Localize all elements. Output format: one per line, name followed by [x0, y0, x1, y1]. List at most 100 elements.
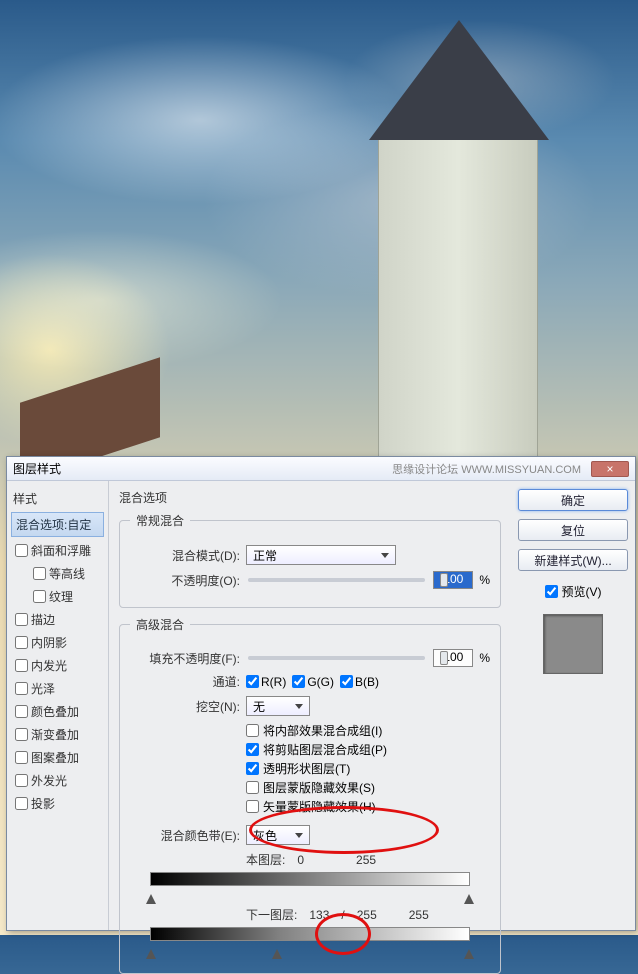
adv-checkbox[interactable]	[246, 743, 259, 756]
sidebar-checkbox[interactable]	[33, 590, 46, 603]
adv-checkbox[interactable]	[246, 762, 259, 775]
sidebar-item-label: 等高线	[49, 565, 85, 582]
right-panel: 确定 复位 新建样式(W)... 预览(V)	[511, 481, 635, 930]
ok-button[interactable]: 确定	[518, 489, 628, 511]
under-layer-slider[interactable]	[150, 927, 470, 957]
adv-checkbox[interactable]	[246, 724, 259, 737]
sidebar-item-7[interactable]: 颜色叠加	[11, 700, 104, 723]
channel-checkbox[interactable]	[340, 675, 353, 688]
sidebar-item-6[interactable]: 光泽	[11, 677, 104, 700]
layer-style-dialog: 图层样式 思缘设计论坛 WWW.MISSYUAN.COM × 样式 混合选项:自…	[6, 456, 636, 931]
blend-options-heading: 混合选项	[119, 489, 501, 506]
blend-mode-select[interactable]: 正常	[246, 545, 396, 565]
channel-R[interactable]: R(R)	[246, 675, 286, 689]
white-stop[interactable]	[464, 894, 474, 904]
channel-checkbox[interactable]	[246, 675, 259, 688]
channel-label: 通道:	[130, 673, 240, 690]
opacity-label: 不透明度(O):	[130, 572, 240, 589]
percent-label: %	[479, 651, 490, 665]
sidebar-checkbox[interactable]	[15, 544, 28, 557]
sidebar-item-label: 内发光	[31, 657, 67, 674]
close-icon: ×	[606, 462, 613, 476]
sidebar-checkbox[interactable]	[33, 567, 46, 580]
sidebar-item-2[interactable]: 纹理	[11, 585, 104, 608]
adv-check-1[interactable]: 将剪贴图层混合成组(P)	[130, 741, 490, 758]
sidebar-item-4[interactable]: 内阴影	[11, 631, 104, 654]
sidebar-header[interactable]: 样式	[11, 487, 104, 510]
sidebar-item-label: 颜色叠加	[31, 703, 79, 720]
preview-label: 预览(V)	[562, 583, 602, 600]
blendif-select[interactable]: 灰色	[246, 825, 310, 845]
this-layer-slider[interactable]	[150, 872, 470, 902]
sidebar-item-5[interactable]: 内发光	[11, 654, 104, 677]
slider-thumb[interactable]	[440, 651, 448, 665]
blendif-label: 混合颜色带(E):	[130, 827, 240, 844]
this-layer-val-0: 0	[297, 853, 304, 867]
opacity-slider[interactable]	[248, 578, 425, 582]
sidebar-checkbox[interactable]	[15, 613, 28, 626]
sidebar-item-label: 内阴影	[31, 634, 67, 651]
adv-checkbox[interactable]	[246, 800, 259, 813]
sidebar-item-label: 纹理	[49, 588, 73, 605]
sidebar-item-label: 光泽	[31, 680, 55, 697]
knockout-select[interactable]: 无	[246, 696, 310, 716]
sidebar-item-label: 描边	[31, 611, 55, 628]
fill-opacity-slider[interactable]	[248, 656, 425, 660]
sidebar-item-blend-options[interactable]: 混合选项:自定	[11, 512, 104, 537]
sidebar-item-label: 图案叠加	[31, 749, 79, 766]
adv-check-0[interactable]: 将内部效果混合成组(I)	[130, 722, 490, 739]
sidebar-checkbox[interactable]	[15, 705, 28, 718]
white-stop[interactable]	[464, 949, 474, 959]
titlebar[interactable]: 图层样式 思缘设计论坛 WWW.MISSYUAN.COM ×	[7, 457, 635, 481]
sidebar-item-label: 斜面和浮雕	[31, 542, 91, 559]
sidebar-item-1[interactable]: 等高线	[11, 562, 104, 585]
percent-label: %	[479, 573, 490, 587]
adv-checkbox[interactable]	[246, 781, 259, 794]
sidebar-item-11[interactable]: 投影	[11, 792, 104, 815]
black-stop[interactable]	[146, 949, 156, 959]
advanced-blend-group: 高级混合 填充不透明度(F): 100 % 通道: R(R)G(G)B(B) 挖…	[119, 616, 501, 974]
sidebar-item-0[interactable]: 斜面和浮雕	[11, 539, 104, 562]
new-style-button[interactable]: 新建样式(W)...	[518, 549, 628, 571]
sidebar-item-label: 投影	[31, 795, 55, 812]
adv-check-4[interactable]: 矢量蒙版隐藏效果(H)	[130, 798, 490, 815]
cancel-button[interactable]: 复位	[518, 519, 628, 541]
this-layer-label: 本图层:	[246, 851, 285, 868]
background-tower	[378, 140, 538, 460]
sidebar-checkbox[interactable]	[15, 659, 28, 672]
sidebar-item-10[interactable]: 外发光	[11, 769, 104, 792]
sidebar-checkbox[interactable]	[15, 797, 28, 810]
sidebar-item-8[interactable]: 渐变叠加	[11, 723, 104, 746]
advanced-legend: 高级混合	[130, 616, 190, 633]
channel-B[interactable]: B(B)	[340, 675, 379, 689]
general-blend-group: 常规混合 混合模式(D): 正常 不透明度(O): 100 %	[119, 512, 501, 608]
sidebar-checkbox[interactable]	[15, 682, 28, 695]
sidebar-item-label: 渐变叠加	[31, 726, 79, 743]
dialog-title: 图层样式	[13, 460, 61, 477]
general-legend: 常规混合	[130, 512, 190, 529]
preview-swatch	[543, 614, 603, 674]
sidebar-checkbox[interactable]	[15, 751, 28, 764]
sidebar-item-label: 外发光	[31, 772, 67, 789]
channel-checkbox[interactable]	[292, 675, 305, 688]
split-stop-left[interactable]	[272, 949, 282, 959]
under-layer-label: 下一图层:	[246, 906, 297, 923]
sidebar-item-3[interactable]: 描边	[11, 608, 104, 631]
watermark: 思缘设计论坛 WWW.MISSYUAN.COM	[392, 461, 581, 477]
adv-check-2[interactable]: 透明形状图层(T)	[130, 760, 490, 777]
adv-check-3[interactable]: 图层蒙版隐藏效果(S)	[130, 779, 490, 796]
sidebar-checkbox[interactable]	[15, 728, 28, 741]
sidebar-checkbox[interactable]	[15, 636, 28, 649]
black-stop[interactable]	[146, 894, 156, 904]
fill-opacity-label: 填充不透明度(F):	[130, 650, 240, 667]
sidebar-checkbox[interactable]	[15, 774, 28, 787]
knockout-label: 挖空(N):	[130, 698, 240, 715]
styles-sidebar: 样式 混合选项:自定 斜面和浮雕等高线纹理描边内阴影内发光光泽颜色叠加渐变叠加图…	[7, 481, 109, 930]
channel-G[interactable]: G(G)	[292, 675, 334, 689]
slider-thumb[interactable]	[440, 573, 448, 587]
sidebar-item-9[interactable]: 图案叠加	[11, 746, 104, 769]
close-button[interactable]: ×	[591, 461, 629, 477]
blend-mode-label: 混合模式(D):	[130, 547, 240, 564]
main-panel: 混合选项 常规混合 混合模式(D): 正常 不透明度(O): 100 % 高级混…	[109, 481, 511, 930]
preview-checkbox[interactable]	[545, 585, 558, 598]
